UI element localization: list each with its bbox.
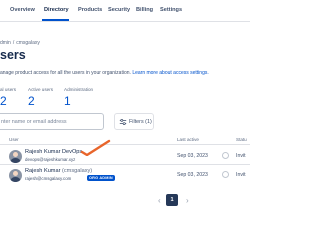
tab-directory[interactable]: Directory (44, 7, 69, 13)
page-title: sers (0, 48, 26, 62)
avatar (9, 169, 22, 182)
filter-icon (119, 119, 127, 125)
tab-products[interactable]: Products (78, 7, 102, 13)
breadcrumb-org[interactable]: cmsgalaxy (16, 40, 40, 46)
stat-active-users-value: 2 (28, 94, 35, 108)
chevron-left-icon[interactable]: ‹ (158, 196, 161, 205)
page-current[interactable]: 1 (166, 194, 178, 206)
learn-more-link[interactable]: Learn more about access settings. (132, 70, 208, 76)
column-header-last-active[interactable]: Last active (177, 137, 199, 142)
last-active: Sep 03, 2023 (177, 153, 208, 159)
stat-administration-label: Administration (64, 87, 94, 92)
search-input[interactable]: nter name or email address (0, 113, 104, 130)
user-status: Invit (236, 172, 246, 178)
user-display-name: Rajesh Kumar (25, 168, 61, 174)
table-header-divider (0, 144, 250, 145)
tab-billing[interactable]: Billing (136, 7, 153, 13)
tab-settings[interactable]: Settings (160, 7, 182, 13)
column-header-user[interactable]: User (9, 137, 19, 142)
stat-active-users-label: Active users (28, 87, 54, 92)
select-radio[interactable] (222, 152, 229, 159)
page-description: anage product access for all the users i… (0, 70, 209, 76)
stat-administration-value: 1 (64, 94, 71, 108)
stat-total-users-label: al users (0, 87, 17, 92)
user-email: rajesh@cmsgalaxy.com (25, 176, 72, 181)
breadcrumb-separator: / (12, 40, 15, 46)
user-handle: (cmsgalaxy) (62, 168, 93, 174)
row-divider (0, 164, 250, 165)
stat-total-users-value: 2 (0, 94, 7, 108)
active-tab-indicator (42, 19, 69, 21)
select-radio[interactable] (222, 171, 229, 178)
breadcrumb-admin[interactable]: dmin (0, 40, 11, 46)
filters-button[interactable]: Filters (1) (114, 113, 154, 130)
user-status: Invit (236, 153, 246, 159)
filters-label: Filters (1) (129, 119, 152, 125)
tab-overview[interactable]: Overview (10, 7, 35, 13)
org-admin-badge: ORG ADMIN (87, 175, 115, 181)
column-header-status[interactable]: Statu (236, 137, 247, 142)
description-text: anage product access for all the users i… (0, 70, 131, 76)
avatar (9, 150, 22, 163)
last-active: Sep 03, 2023 (177, 172, 208, 178)
tab-security[interactable]: Security (108, 7, 130, 13)
user-name[interactable]: Rajesh Kumar (cmsgalaxy) (25, 168, 92, 174)
search-placeholder: nter name or email address (1, 119, 67, 125)
top-nav: Overview Directory Products Security Bil… (0, 0, 250, 22)
checkmark-annotation-icon (80, 139, 111, 156)
user-email: devops@rajeshkumar.xyz (25, 157, 76, 162)
chevron-right-icon[interactable]: › (186, 196, 189, 205)
breadcrumb: dmin / cmsgalaxy (0, 40, 40, 46)
